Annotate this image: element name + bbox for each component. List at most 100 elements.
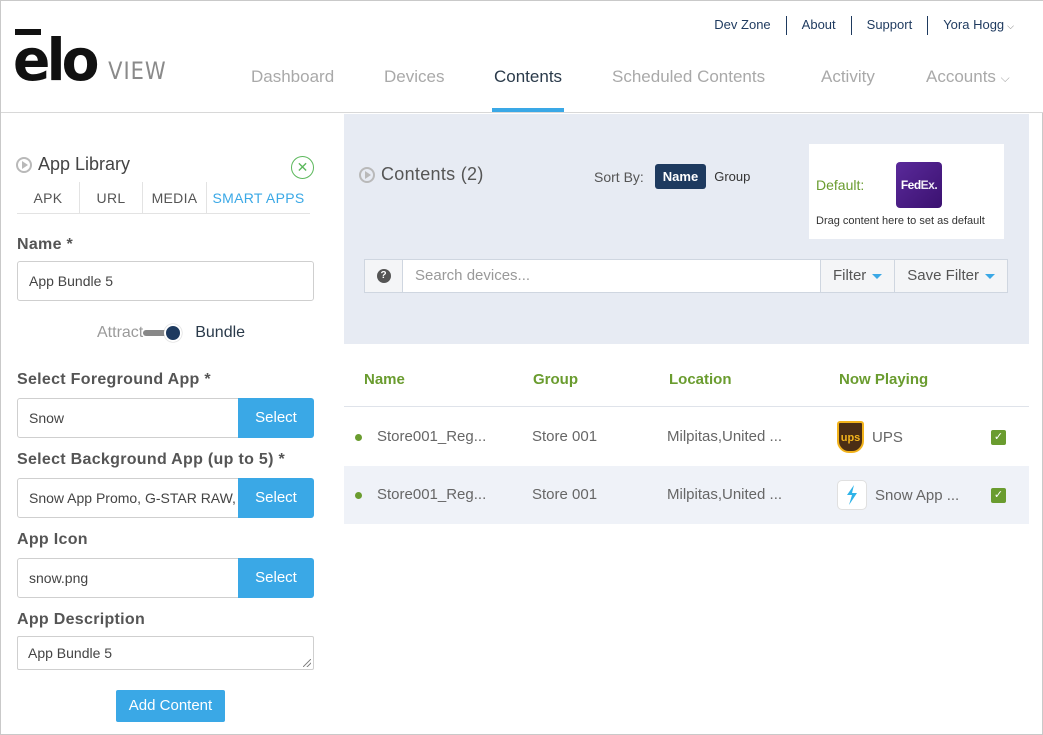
- nav-dashboard-label: Dashboard: [251, 67, 335, 86]
- attract-label: Attract: [97, 324, 144, 341]
- support-link[interactable]: Support: [850, 16, 928, 35]
- column-now-playing[interactable]: Now Playing: [839, 371, 928, 388]
- play-circle-icon: [359, 166, 375, 183]
- table-header: Name Group Location Now Playing: [344, 344, 1029, 407]
- nav-devices-label: Devices: [384, 67, 445, 86]
- row-now-playing: ups UPS: [837, 421, 903, 453]
- close-icon[interactable]: ✕: [291, 156, 314, 179]
- tab-smart-apps[interactable]: SMART APPS: [207, 182, 310, 214]
- filter-label: Filter: [832, 267, 867, 284]
- row-name: Store001_Reg...: [377, 486, 487, 503]
- main-nav: Dashboard Devices Contents Scheduled Con…: [229, 67, 1043, 112]
- sort-by-label: Sort By:: [594, 168, 644, 185]
- row-now-playing: Snow App ...: [837, 480, 959, 510]
- background-app-label: Select Background App (up to 5) *: [17, 451, 285, 468]
- help-icon[interactable]: ?: [365, 260, 403, 292]
- nav-scheduled-contents[interactable]: Scheduled Contents: [612, 67, 765, 112]
- sort-name-button[interactable]: Name: [654, 164, 707, 189]
- app-library-title: App Library: [16, 154, 130, 175]
- app-library-title-text: App Library: [38, 154, 131, 174]
- nav-accounts[interactable]: Accounts ⌵: [926, 67, 1010, 112]
- column-group[interactable]: Group: [533, 371, 578, 388]
- row-name: Store001_Reg...: [377, 428, 487, 445]
- logo-elo-text: elo: [13, 26, 100, 94]
- bundle-label: Bundle: [195, 324, 246, 341]
- app-description-text: App Bundle 5: [28, 645, 113, 661]
- ups-logo-icon: ups: [837, 421, 864, 453]
- tab-media[interactable]: MEDIA: [143, 182, 207, 214]
- nav-contents[interactable]: Contents: [491, 67, 565, 112]
- user-name: Yora Hogg: [943, 17, 1005, 32]
- name-label: Name *: [17, 236, 74, 253]
- resize-grip-icon[interactable]: [303, 659, 311, 667]
- sort-group-button[interactable]: Group: [714, 169, 750, 184]
- nav-contents-label: Contents: [494, 67, 563, 86]
- play-circle-icon: [16, 156, 32, 173]
- tab-url[interactable]: URL: [80, 182, 143, 214]
- app-description-textarea[interactable]: App Bundle 5: [17, 636, 314, 670]
- foreground-app-field[interactable]: Snow: [17, 398, 239, 438]
- default-label: Default:: [816, 177, 865, 193]
- save-filter-label: Save Filter: [907, 267, 979, 284]
- nav-accounts-label: Accounts: [926, 67, 996, 86]
- default-content-dropzone[interactable]: Default: FedEx. Drag content here to set…: [809, 144, 1004, 239]
- attract-bundle-toggle[interactable]: [143, 324, 183, 342]
- background-app-field[interactable]: Snow App Promo, G-STAR RAW, N: [17, 478, 239, 518]
- nav-dashboard[interactable]: Dashboard: [251, 67, 334, 112]
- about-link[interactable]: About: [785, 16, 851, 35]
- column-name[interactable]: Name: [364, 371, 405, 388]
- row-location: Milpitas,United ...: [667, 428, 783, 445]
- row-checkbox[interactable]: ✓: [991, 430, 1006, 445]
- nav-activity[interactable]: Activity: [821, 67, 875, 112]
- caret-down-icon: [872, 273, 883, 279]
- attract-bundle-toggle-row: Attract Bundle: [97, 324, 245, 342]
- fedex-logo-fed: Fed: [900, 178, 921, 192]
- library-tabs: APK URL MEDIA SMART APPS: [17, 182, 310, 214]
- elo-view-logo[interactable]: elo VIEW: [13, 26, 167, 94]
- table-row[interactable]: Store001_Reg... Store 001 Milpitas,Unite…: [344, 466, 1029, 524]
- dev-zone-link[interactable]: Dev Zone: [699, 16, 785, 35]
- tab-apk[interactable]: APK: [17, 182, 80, 214]
- chevron-down-icon: ⌵: [1000, 71, 1010, 85]
- column-location[interactable]: Location: [669, 371, 732, 388]
- app-window: elo VIEW Dev Zone About Support Yora Hog…: [0, 0, 1043, 735]
- top-links: Dev Zone About Support Yora Hogg ⌵: [699, 16, 1014, 35]
- table-row[interactable]: Store001_Reg... Store 001 Milpitas,Unite…: [344, 408, 1029, 466]
- row-group: Store 001: [532, 486, 598, 503]
- app-library-panel: App Library ✕ APK URL MEDIA SMART APPS N…: [2, 114, 343, 734]
- nav-activity-label: Activity: [821, 67, 875, 86]
- fedex-logo-icon: FedEx.: [896, 162, 942, 208]
- contents-title-text: Contents (2): [381, 164, 484, 184]
- row-group: Store 001: [532, 428, 598, 445]
- header: elo VIEW Dev Zone About Support Yora Hog…: [1, 1, 1043, 113]
- row-location: Milpitas,United ...: [667, 486, 783, 503]
- nav-scheduled-label: Scheduled Contents: [612, 67, 766, 86]
- row-checkbox[interactable]: ✓: [991, 488, 1006, 503]
- device-search-bar: ? Search devices... Filter Save Filter: [364, 259, 1008, 293]
- app-icon-field[interactable]: snow.png: [17, 558, 239, 598]
- toggle-knob: [164, 324, 183, 342]
- user-menu[interactable]: Yora Hogg ⌵: [927, 16, 1014, 35]
- now-playing-label: UPS: [872, 428, 903, 446]
- select-foreground-button[interactable]: Select: [238, 398, 314, 438]
- contents-title: Contents (2): [359, 164, 484, 185]
- status-online-icon: [355, 492, 362, 499]
- search-input[interactable]: Search devices...: [403, 260, 820, 292]
- filter-button[interactable]: Filter: [819, 260, 895, 292]
- nav-devices[interactable]: Devices: [384, 67, 444, 112]
- name-field[interactable]: App Bundle 5: [17, 261, 314, 301]
- chevron-down-icon: ⌵: [1007, 21, 1014, 31]
- sort-by: Sort By: Name Group: [594, 164, 750, 189]
- status-online-icon: [355, 434, 362, 441]
- save-filter-button[interactable]: Save Filter: [894, 260, 1007, 292]
- default-hint: Drag content here to set as default: [816, 215, 985, 227]
- app-description-label: App Description: [17, 611, 146, 628]
- add-content-button[interactable]: Add Content: [116, 690, 225, 722]
- snow-app-icon: [837, 480, 867, 510]
- select-icon-button[interactable]: Select: [238, 558, 314, 598]
- app-icon-label: App Icon: [17, 531, 88, 548]
- caret-down-icon: [985, 273, 995, 279]
- contents-toolbar: Contents (2) Sort By: Name Group Default…: [344, 114, 1029, 344]
- now-playing-label: Snow App ...: [875, 486, 960, 504]
- select-background-button[interactable]: Select: [238, 478, 314, 518]
